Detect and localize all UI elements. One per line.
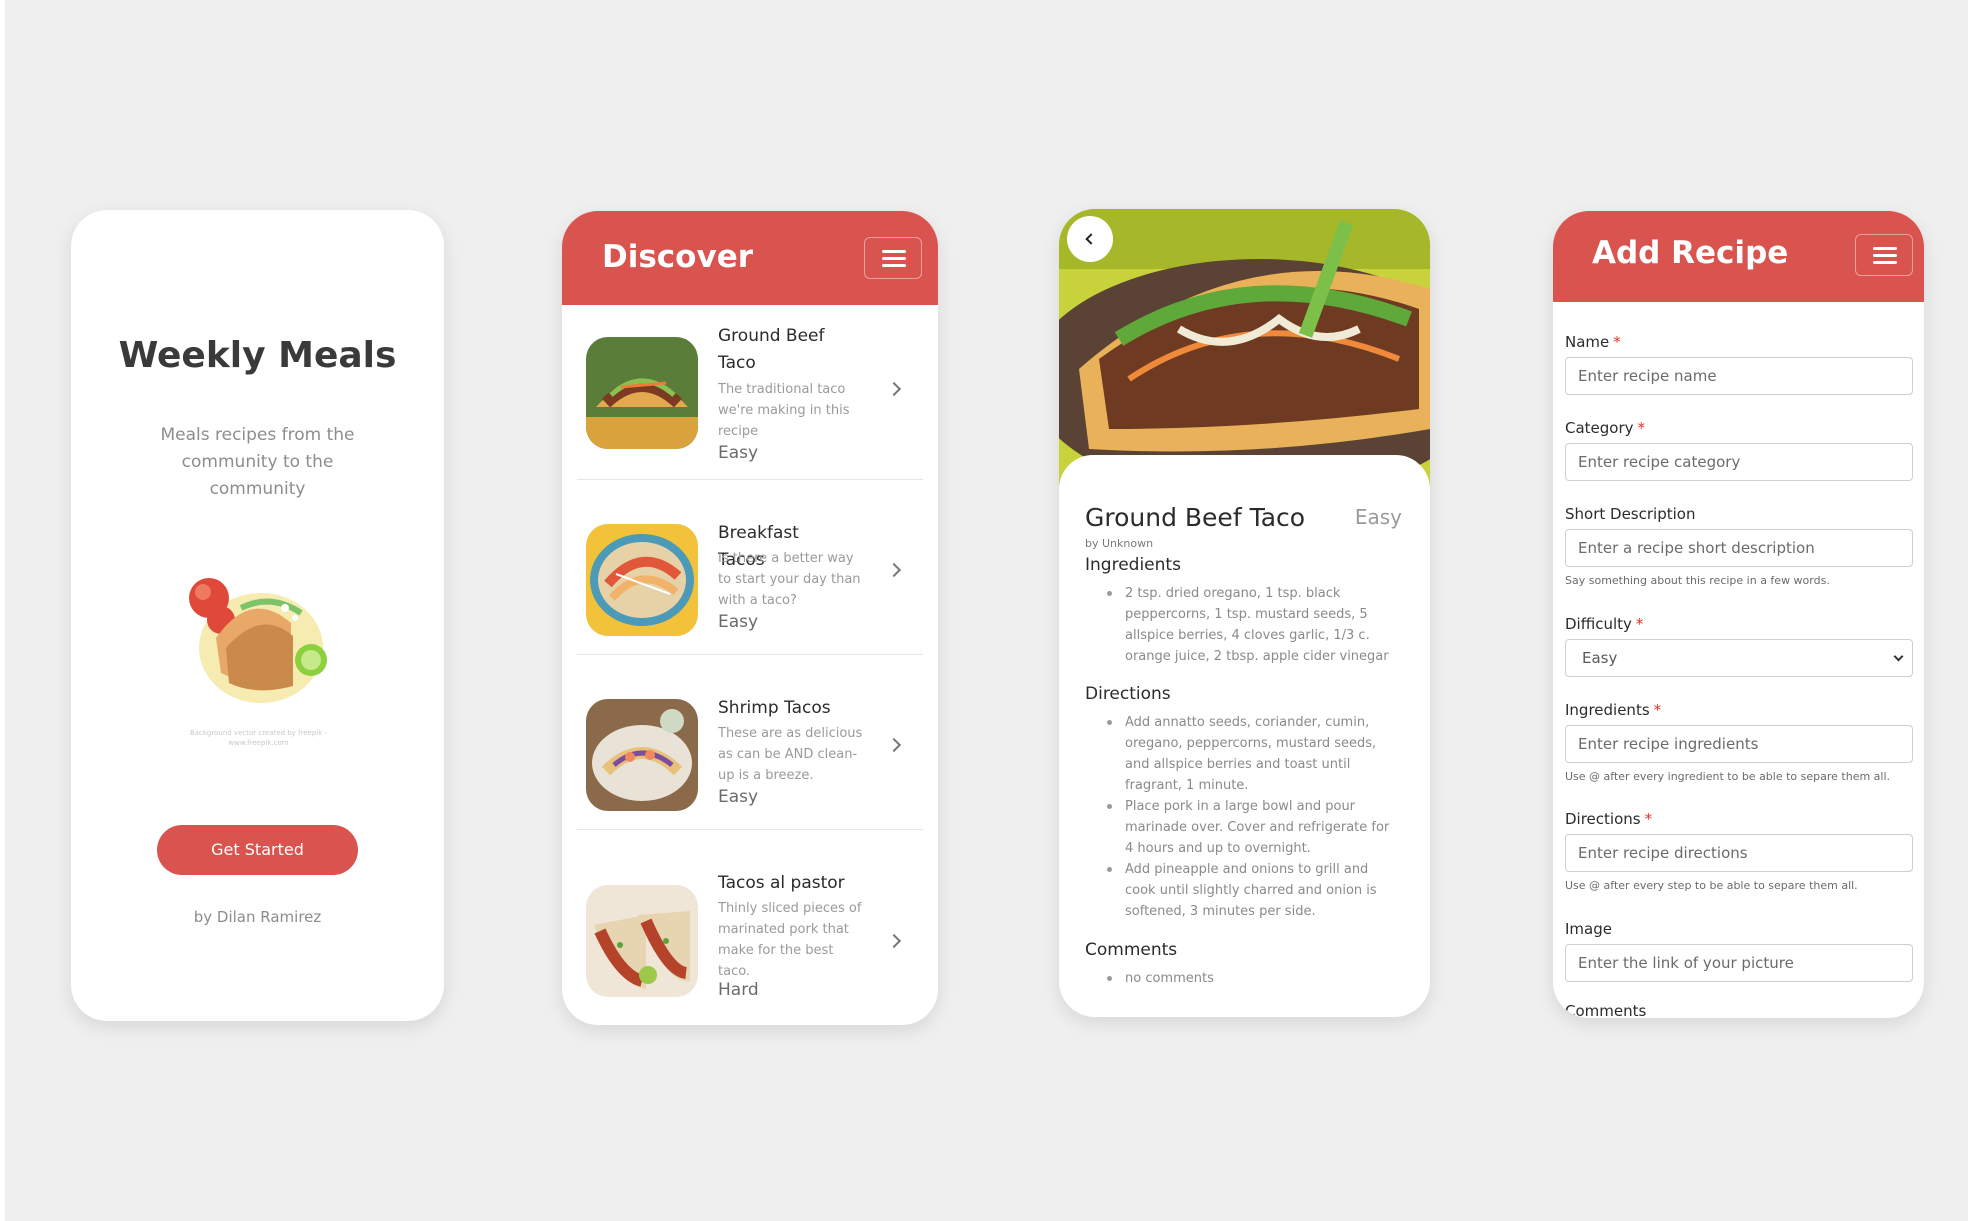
name-label: Name * (1565, 333, 1621, 351)
chevron-right-icon (886, 737, 902, 753)
recipe-name: Ground Beef Taco (718, 326, 825, 373)
chevron-down-icon (1893, 651, 1904, 662)
short-description-label: Short Description (1565, 505, 1696, 523)
back-button[interactable] (1067, 216, 1113, 262)
comments-heading: Comments (1085, 940, 1178, 960)
image-credit: Background vector created by freepik - w… (189, 729, 328, 747)
directions-list: Add annatto seeds, coriander, cumin, ore… (1105, 712, 1395, 922)
menu-icon[interactable] (864, 237, 922, 279)
recipe-thumbnail (586, 885, 698, 997)
chevron-right-icon (886, 933, 902, 949)
short-description-help: Say something about this recipe in a few… (1565, 574, 1830, 587)
get-started-button[interactable]: Get Started (157, 825, 358, 875)
recipe-thumbnail (586, 699, 698, 811)
chevron-left-icon (1085, 233, 1097, 245)
recipe-list: Ground Beef Taco The traditional taco we… (562, 305, 938, 1005)
menu-icon[interactable] (1855, 234, 1913, 276)
showcase-background: Weekly Meals Meals recipes from the comm… (5, 0, 1968, 1221)
discover-header: Discover (562, 211, 938, 305)
add-recipe-screen: Add Recipe Name * Enter recipe name Categ… (1553, 211, 1924, 1018)
recipe-name: Tacos al pastor (718, 873, 845, 893)
ingredients-list: 2 tsp. dried oregano, 1 tsp. black peppe… (1105, 583, 1395, 667)
recipe-title: Ground Beef Taco (1085, 503, 1306, 532)
recipe-name-input[interactable]: Enter recipe name (1565, 357, 1913, 395)
ingredients-heading: Ingredients (1085, 555, 1181, 575)
recipe-detail-screen: Ground Beef Taco Easy by Unknown Ingredi… (1059, 209, 1430, 1017)
recipe-thumbnail (586, 337, 698, 449)
app-title: Weekly Meals (118, 335, 397, 376)
recipe-description: Thinly sliced pieces of marinated pork t… (718, 901, 862, 979)
app-subtitle: Meals recipes from the community to the … (160, 425, 355, 499)
recipe-card[interactable]: Ground Beef Taco The traditional taco we… (577, 305, 923, 480)
directions-label: Directions * (1565, 810, 1653, 828)
recipe-card[interactable]: Tacos al pastor Thinly sliced pieces of … (577, 830, 923, 1005)
directions-input[interactable]: Enter recipe directions (1565, 834, 1913, 872)
recipe-difficulty: Easy (1354, 505, 1402, 529)
list-item: Add pineapple and onions to grill and co… (1105, 859, 1395, 922)
recipe-name: Shrimp Tacos (718, 698, 831, 718)
recipe-detail-sheet: Ground Beef Taco Easy by Unknown Ingredi… (1059, 455, 1430, 1017)
list-item: 2 tsp. dried oregano, 1 tsp. black peppe… (1105, 583, 1395, 667)
recipe-author: by Unknown (1085, 537, 1154, 550)
page-title: Discover (602, 239, 754, 275)
recipe-card[interactable]: Shrimp Tacos These are as delicious as c… (577, 655, 923, 830)
recipe-description: These are as delicious as can be AND cle… (718, 726, 863, 783)
page-title: Add Recipe (1592, 235, 1789, 271)
recipe-difficulty: Hard (718, 980, 759, 1000)
recipe-description: The traditional taco we're making in thi… (718, 382, 850, 439)
list-item: Place pork in a large bowl and pour mari… (1105, 796, 1395, 859)
recipe-hero-image (1059, 209, 1430, 489)
list-item: no comments (1105, 968, 1395, 989)
directions-help: Use @ after every step to be able to sep… (1565, 879, 1858, 892)
directions-heading: Directions (1085, 684, 1171, 704)
add-recipe-header: Add Recipe (1553, 211, 1924, 302)
recipe-difficulty: Easy (718, 787, 759, 807)
recipe-difficulty: Easy (718, 612, 759, 632)
recipe-card[interactable]: Breakfast Tacos Is there a better way to… (577, 480, 923, 655)
comments-list: no comments (1105, 968, 1395, 989)
recipe-category-input[interactable]: Enter recipe category (1565, 443, 1913, 481)
image-label: Image (1565, 920, 1612, 938)
list-item: Add annatto seeds, coriander, cumin, ore… (1105, 712, 1395, 796)
author-credit: by Dilan Ramirez (193, 908, 322, 926)
recipe-thumbnail (586, 524, 698, 636)
comments-label: Comments (1565, 1002, 1647, 1018)
recipe-difficulty: Easy (718, 443, 759, 463)
chevron-right-icon (886, 562, 902, 578)
difficulty-select[interactable]: Easy (1565, 639, 1913, 677)
category-label: Category * (1565, 419, 1646, 437)
image-link-input[interactable]: Enter the link of your picture (1565, 944, 1913, 982)
difficulty-label: Difficulty * (1565, 615, 1644, 633)
taco-illustration (189, 578, 327, 703)
short-description-input[interactable]: Enter a recipe short description (1565, 529, 1913, 567)
ingredients-help: Use @ after every ingredient to be able … (1565, 770, 1891, 783)
ingredients-label: Ingredients * (1565, 701, 1662, 719)
ingredients-input[interactable]: Enter recipe ingredients (1565, 725, 1913, 763)
recipe-description: Is there a better way to start your day … (718, 551, 861, 608)
chevron-right-icon (886, 381, 902, 397)
discover-screen: Discover Ground Beef Taco The traditiona… (562, 211, 938, 1025)
welcome-screen: Weekly Meals Meals recipes from the comm… (71, 210, 444, 1021)
